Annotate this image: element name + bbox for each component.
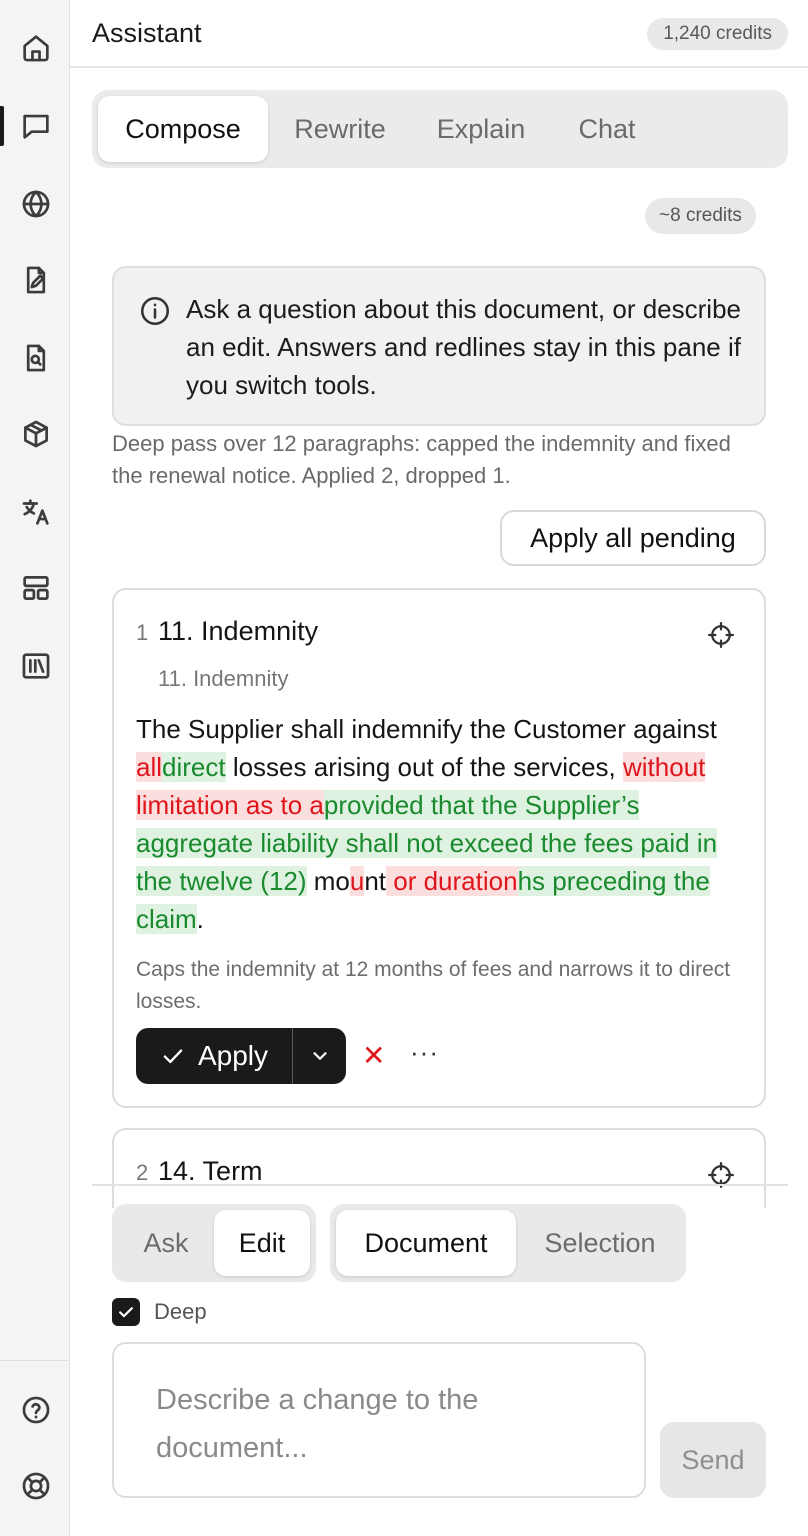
edit-number: 2 [136, 1160, 149, 1185]
edit-card: 2 14. Term [112, 1128, 766, 1208]
tab-selection[interactable]: Selection [522, 1210, 678, 1276]
deep-checkbox[interactable] [112, 1298, 140, 1326]
chat-icon[interactable] [18, 108, 54, 144]
apply-label: Apply [197, 1040, 269, 1071]
globe-icon[interactable] [18, 186, 54, 222]
translate-icon[interactable] [18, 494, 54, 530]
reject-button[interactable]: ✕ [362, 1040, 385, 1072]
info-icon [140, 296, 170, 326]
send-button[interactable]: Send [660, 1422, 766, 1498]
more-options-button[interactable]: ··· [410, 1036, 439, 1068]
text-segment: losses arising out of the services, [225, 752, 623, 782]
apply-all-button[interactable]: Apply all pending [500, 510, 766, 566]
tab-rewrite[interactable]: Rewrite [278, 96, 402, 162]
edit-rationale: Caps the indemnity at 12 months of fees … [136, 958, 731, 1013]
edit-title: 14. Term [158, 1156, 263, 1186]
tab-edit[interactable]: Edit [214, 1210, 310, 1276]
mode-tabs: Compose Rewrite Explain Chat [92, 90, 788, 168]
prompt-input[interactable] [112, 1342, 646, 1498]
tab-ask[interactable]: Ask [118, 1210, 214, 1276]
deletion: or duration [386, 866, 518, 896]
apply-split-button: Apply [136, 1028, 346, 1084]
insertion: direct [162, 752, 226, 782]
text-segment: mo [306, 866, 350, 896]
check-icon [163, 1049, 183, 1064]
edit-number: 1 [136, 620, 149, 645]
run-summary: Deep pass over 12 paragraphs: capped the… [112, 431, 731, 488]
text-segment: nt [364, 866, 387, 896]
info-callout: Ask a question about this document, or d… [112, 266, 766, 426]
apply-options-button[interactable] [293, 1028, 346, 1084]
chevron-down-icon [312, 1052, 327, 1060]
locate-icon[interactable] [706, 620, 736, 650]
deep-label: Deep [154, 1299, 207, 1324]
document-search-icon[interactable] [18, 340, 54, 376]
credit-cost-badge: ~8 credits [645, 198, 756, 234]
edit-card: 1 11. Indemnity 11. Indemnity The Suppli… [112, 588, 766, 1108]
edit-title: 11. Indemnity [158, 616, 319, 646]
apply-button[interactable]: Apply [136, 1028, 292, 1084]
composer-divider [92, 1184, 788, 1186]
document-edit-icon[interactable] [18, 262, 54, 298]
deletion: u [349, 866, 365, 896]
tab-chat[interactable]: Chat [562, 96, 652, 162]
credits-badge: 1,240 credits [647, 18, 788, 50]
active-indicator [0, 106, 4, 146]
text-segment: . [196, 904, 204, 934]
tab-explain[interactable]: Explain [422, 96, 540, 162]
ask-edit-toggle: Ask Edit [112, 1204, 316, 1282]
cube-icon[interactable] [18, 416, 54, 452]
sidebar-rail [0, 0, 70, 1536]
scope-toggle: Document Selection [330, 1204, 686, 1282]
rail-divider [0, 1360, 70, 1361]
deletion: all [136, 752, 163, 782]
library-icon[interactable] [18, 648, 54, 684]
redline-text: The Supplier shall indemnify the Custome… [136, 710, 746, 938]
lifebuoy-icon[interactable] [18, 1468, 54, 1504]
edit-section: 11. Indemnity [158, 666, 289, 691]
home-icon[interactable] [18, 30, 54, 66]
layout-icon[interactable] [18, 570, 54, 606]
panel-header: Assistant 1,240 credits [70, 0, 808, 68]
tab-compose[interactable]: Compose [98, 96, 268, 162]
help-icon[interactable] [18, 1392, 54, 1428]
text-segment: The Supplier shall indemnify the Custome… [136, 714, 717, 744]
info-text: Ask a question about this document, or d… [186, 294, 741, 400]
tab-document[interactable]: Document [336, 1210, 516, 1276]
check-icon [119, 1307, 133, 1318]
page-title: Assistant [92, 18, 202, 48]
